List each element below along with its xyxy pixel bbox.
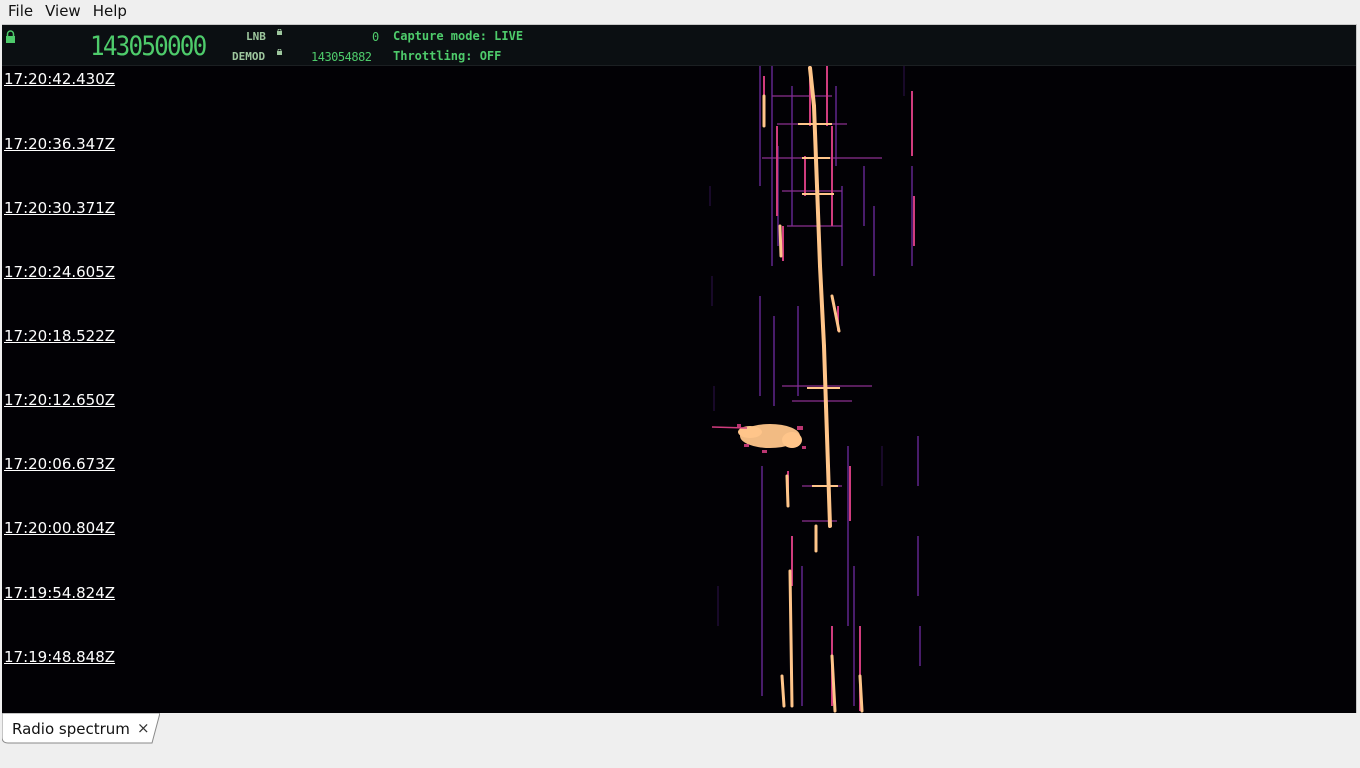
timestamp-label: 17:20:42.430Z [4, 70, 116, 88]
timestamp-label: 17:20:00.804Z [4, 519, 116, 537]
menu-view[interactable]: View [41, 2, 85, 20]
demod-value[interactable]: 143054882 [311, 50, 372, 64]
lnb-label: LNB [246, 30, 266, 43]
throttling-text: Throttling: OFF [393, 49, 502, 63]
menu-help[interactable]: Help [89, 2, 131, 20]
tab-radio-spectrum[interactable]: Radio spectrum × [2, 713, 160, 744]
timestamp-label: 17:19:48.848Z [4, 648, 116, 666]
tab-label: Radio spectrum [12, 720, 130, 738]
demod-lock-icon[interactable] [277, 49, 282, 55]
lnb-lock-icon[interactable] [277, 29, 282, 35]
menu-bar: File View Help [0, 0, 1360, 22]
waterfall-display[interactable]: 17:20:42.430Z 17:20:36.347Z 17:20:30.371… [2, 66, 1356, 714]
timestamp-label: 17:20:18.522Z [4, 327, 116, 345]
center-frequency-display[interactable]: 143050000 [90, 31, 207, 62]
timestamp-label: 17:20:30.371Z [4, 199, 116, 217]
menu-file[interactable]: File [4, 2, 37, 20]
lnb-value[interactable]: 0 [372, 30, 379, 44]
timestamp-label: 17:20:06.673Z [4, 455, 116, 473]
timestamp-label: 17:20:24.605Z [4, 263, 116, 281]
timestamp-label: 17:20:12.650Z [4, 391, 116, 409]
capture-mode-text: Capture mode: LIVE [393, 29, 524, 43]
close-icon[interactable]: × [137, 719, 150, 737]
spectrum-panel: 143050000 LNB 0 DEMOD 143054882 Capture … [2, 24, 1357, 714]
frequency-status-bar: 143050000 LNB 0 DEMOD 143054882 Capture … [2, 25, 1356, 66]
timestamp-label: 17:20:36.347Z [4, 135, 116, 153]
timestamp-label: 17:19:54.824Z [4, 584, 116, 602]
tab-bar: Radio spectrum × [0, 713, 1360, 768]
waterfall-canvas [2, 66, 1356, 714]
lock-icon[interactable] [5, 30, 16, 43]
demod-label: DEMOD [232, 50, 266, 63]
